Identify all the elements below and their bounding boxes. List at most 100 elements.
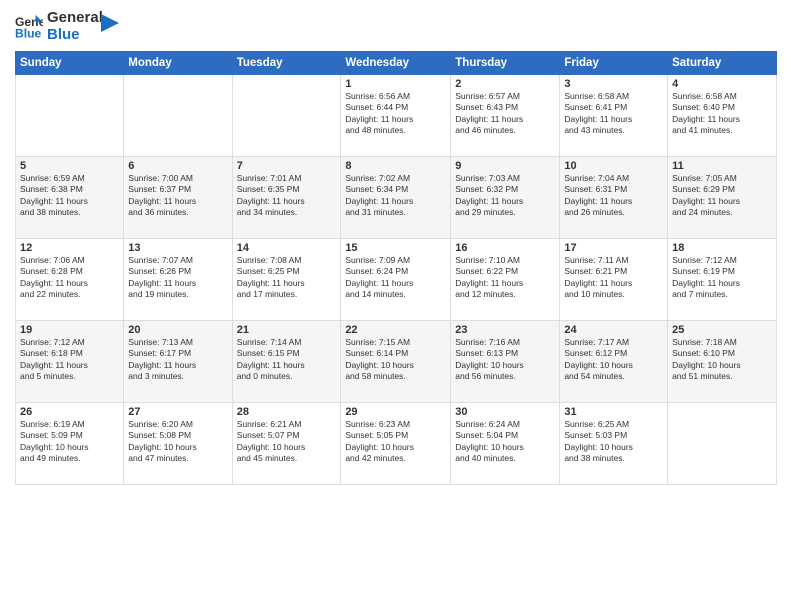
day-info: Sunrise: 7:09 AM Sunset: 6:24 PM Dayligh… [345,255,446,301]
day-number: 1 [345,78,446,90]
weekday-header-wednesday: Wednesday [341,52,451,75]
day-number: 26 [20,406,119,418]
day-number: 12 [20,242,119,254]
day-number: 14 [237,242,337,254]
calendar-cell: 24Sunrise: 7:17 AM Sunset: 6:12 PM Dayli… [560,321,668,403]
calendar-cell: 29Sunrise: 6:23 AM Sunset: 5:05 PM Dayli… [341,403,451,485]
weekday-header-tuesday: Tuesday [232,52,341,75]
calendar-cell: 5Sunrise: 6:59 AM Sunset: 6:38 PM Daylig… [16,157,124,239]
day-info: Sunrise: 7:02 AM Sunset: 6:34 PM Dayligh… [345,173,446,219]
calendar-cell: 13Sunrise: 7:07 AM Sunset: 6:26 PM Dayli… [124,239,232,321]
calendar-cell: 9Sunrise: 7:03 AM Sunset: 6:32 PM Daylig… [451,157,560,239]
calendar-cell: 21Sunrise: 7:14 AM Sunset: 6:15 PM Dayli… [232,321,341,403]
day-info: Sunrise: 7:00 AM Sunset: 6:37 PM Dayligh… [128,173,227,219]
day-info: Sunrise: 6:20 AM Sunset: 5:08 PM Dayligh… [128,419,227,465]
day-number: 25 [672,324,772,336]
weekday-header-saturday: Saturday [668,52,777,75]
day-info: Sunrise: 7:05 AM Sunset: 6:29 PM Dayligh… [672,173,772,219]
calendar-week-row: 1Sunrise: 6:56 AM Sunset: 6:44 PM Daylig… [16,75,777,157]
calendar-cell: 26Sunrise: 6:19 AM Sunset: 5:09 PM Dayli… [16,403,124,485]
weekday-header-thursday: Thursday [451,52,560,75]
day-info: Sunrise: 7:14 AM Sunset: 6:15 PM Dayligh… [237,337,337,383]
day-info: Sunrise: 7:13 AM Sunset: 6:17 PM Dayligh… [128,337,227,383]
day-number: 29 [345,406,446,418]
day-info: Sunrise: 6:59 AM Sunset: 6:38 PM Dayligh… [20,173,119,219]
day-info: Sunrise: 7:16 AM Sunset: 6:13 PM Dayligh… [455,337,555,383]
calendar-week-row: 12Sunrise: 7:06 AM Sunset: 6:28 PM Dayli… [16,239,777,321]
calendar-cell: 14Sunrise: 7:08 AM Sunset: 6:25 PM Dayli… [232,239,341,321]
logo-blue: Blue [47,27,103,44]
day-info: Sunrise: 6:58 AM Sunset: 6:41 PM Dayligh… [564,91,663,137]
day-number: 4 [672,78,772,90]
day-number: 31 [564,406,663,418]
day-info: Sunrise: 7:03 AM Sunset: 6:32 PM Dayligh… [455,173,555,219]
day-info: Sunrise: 7:18 AM Sunset: 6:10 PM Dayligh… [672,337,772,383]
calendar-cell: 23Sunrise: 7:16 AM Sunset: 6:13 PM Dayli… [451,321,560,403]
day-number: 5 [20,160,119,172]
day-number: 22 [345,324,446,336]
calendar-cell: 12Sunrise: 7:06 AM Sunset: 6:28 PM Dayli… [16,239,124,321]
calendar-cell: 10Sunrise: 7:04 AM Sunset: 6:31 PM Dayli… [560,157,668,239]
header: General Blue General Blue [15,10,777,43]
day-info: Sunrise: 6:23 AM Sunset: 5:05 PM Dayligh… [345,419,446,465]
day-info: Sunrise: 6:25 AM Sunset: 5:03 PM Dayligh… [564,419,663,465]
day-info: Sunrise: 7:06 AM Sunset: 6:28 PM Dayligh… [20,255,119,301]
day-info: Sunrise: 7:12 AM Sunset: 6:18 PM Dayligh… [20,337,119,383]
calendar-week-row: 5Sunrise: 6:59 AM Sunset: 6:38 PM Daylig… [16,157,777,239]
calendar-cell [668,403,777,485]
day-info: Sunrise: 7:11 AM Sunset: 6:21 PM Dayligh… [564,255,663,301]
weekday-header-sunday: Sunday [16,52,124,75]
day-info: Sunrise: 7:12 AM Sunset: 6:19 PM Dayligh… [672,255,772,301]
day-number: 30 [455,406,555,418]
day-number: 2 [455,78,555,90]
svg-text:Blue: Blue [15,26,42,40]
day-number: 9 [455,160,555,172]
day-info: Sunrise: 7:04 AM Sunset: 6:31 PM Dayligh… [564,173,663,219]
day-info: Sunrise: 7:07 AM Sunset: 6:26 PM Dayligh… [128,255,227,301]
day-number: 21 [237,324,337,336]
calendar-cell: 15Sunrise: 7:09 AM Sunset: 6:24 PM Dayli… [341,239,451,321]
day-number: 28 [237,406,337,418]
day-info: Sunrise: 7:10 AM Sunset: 6:22 PM Dayligh… [455,255,555,301]
day-number: 18 [672,242,772,254]
calendar-cell: 31Sunrise: 6:25 AM Sunset: 5:03 PM Dayli… [560,403,668,485]
day-number: 6 [128,160,227,172]
day-number: 23 [455,324,555,336]
day-info: Sunrise: 6:21 AM Sunset: 5:07 PM Dayligh… [237,419,337,465]
page: General Blue General Blue SundayMondayTu… [0,0,792,612]
calendar-cell [232,75,341,157]
weekday-header-friday: Friday [560,52,668,75]
calendar-cell: 16Sunrise: 7:10 AM Sunset: 6:22 PM Dayli… [451,239,560,321]
day-number: 11 [672,160,772,172]
calendar-cell: 28Sunrise: 6:21 AM Sunset: 5:07 PM Dayli… [232,403,341,485]
logo-general: General [47,10,103,27]
calendar-week-row: 19Sunrise: 7:12 AM Sunset: 6:18 PM Dayli… [16,321,777,403]
calendar-table: SundayMondayTuesdayWednesdayThursdayFrid… [15,51,777,485]
day-number: 3 [564,78,663,90]
day-number: 8 [345,160,446,172]
day-number: 10 [564,160,663,172]
calendar-cell: 11Sunrise: 7:05 AM Sunset: 6:29 PM Dayli… [668,157,777,239]
day-info: Sunrise: 7:01 AM Sunset: 6:35 PM Dayligh… [237,173,337,219]
day-number: 17 [564,242,663,254]
day-number: 13 [128,242,227,254]
calendar-cell: 22Sunrise: 7:15 AM Sunset: 6:14 PM Dayli… [341,321,451,403]
day-info: Sunrise: 6:57 AM Sunset: 6:43 PM Dayligh… [455,91,555,137]
day-info: Sunrise: 6:56 AM Sunset: 6:44 PM Dayligh… [345,91,446,137]
day-number: 7 [237,160,337,172]
day-info: Sunrise: 6:19 AM Sunset: 5:09 PM Dayligh… [20,419,119,465]
day-info: Sunrise: 6:58 AM Sunset: 6:40 PM Dayligh… [672,91,772,137]
calendar-cell: 2Sunrise: 6:57 AM Sunset: 6:43 PM Daylig… [451,75,560,157]
calendar-cell: 30Sunrise: 6:24 AM Sunset: 5:04 PM Dayli… [451,403,560,485]
day-info: Sunrise: 7:15 AM Sunset: 6:14 PM Dayligh… [345,337,446,383]
calendar-cell: 6Sunrise: 7:00 AM Sunset: 6:37 PM Daylig… [124,157,232,239]
calendar-cell [124,75,232,157]
day-info: Sunrise: 6:24 AM Sunset: 5:04 PM Dayligh… [455,419,555,465]
calendar-cell: 7Sunrise: 7:01 AM Sunset: 6:35 PM Daylig… [232,157,341,239]
day-number: 24 [564,324,663,336]
calendar-cell: 19Sunrise: 7:12 AM Sunset: 6:18 PM Dayli… [16,321,124,403]
day-info: Sunrise: 7:08 AM Sunset: 6:25 PM Dayligh… [237,255,337,301]
logo-arrow-icon [101,14,119,32]
calendar-cell: 4Sunrise: 6:58 AM Sunset: 6:40 PM Daylig… [668,75,777,157]
weekday-header-row: SundayMondayTuesdayWednesdayThursdayFrid… [16,52,777,75]
